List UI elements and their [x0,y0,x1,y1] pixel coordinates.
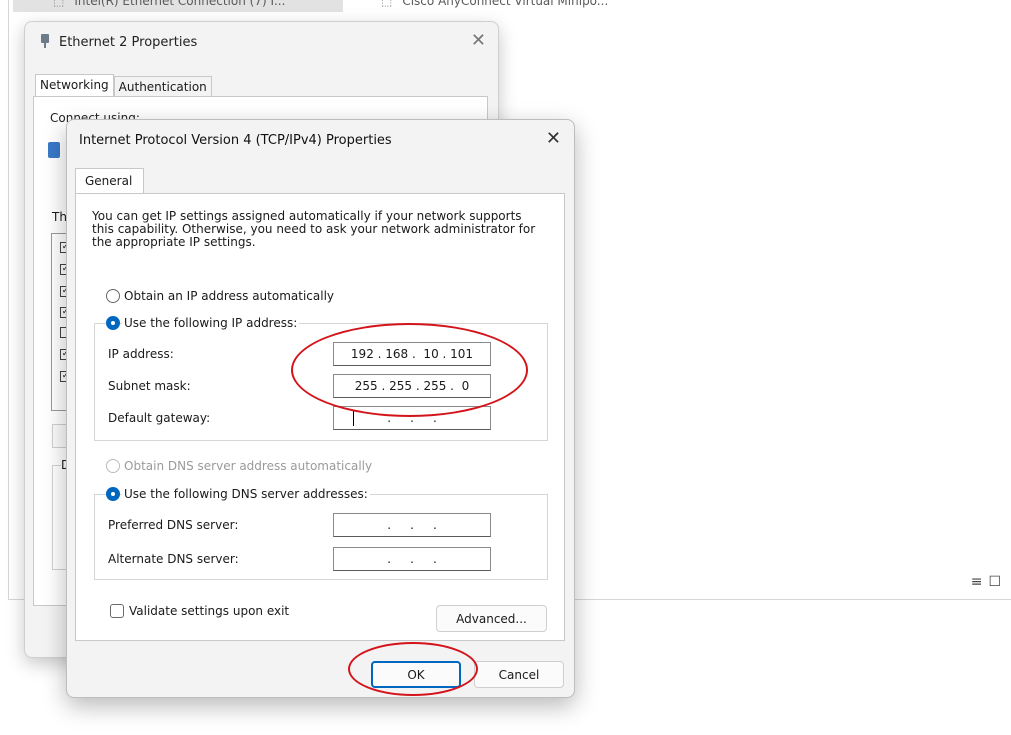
obtain-ip-automatically-label[interactable]: Obtain an IP address automatically [124,289,334,303]
preferred-dns-label: Preferred DNS server: [108,518,239,532]
subnet-mask-label: Subnet mask: [108,379,191,393]
details-view-icon[interactable]: ≡ [971,574,989,590]
text-caret [353,410,354,426]
ok-button[interactable]: OK [371,661,461,688]
tab-networking[interactable]: Networking [35,74,114,98]
background-list-item[interactable]: ⬚ Intel(R) Ethernet Connection (7) I... [13,0,343,12]
components-label: Th [52,210,67,224]
alternate-dns-label: Alternate DNS server: [108,552,239,566]
network-adapter-icon [41,34,49,48]
validate-settings-checkbox[interactable] [110,604,124,618]
ethernet-tabs: Networking Authentication [35,74,212,98]
advanced-button[interactable]: Advanced... [436,605,547,632]
validate-settings-label[interactable]: Validate settings upon exit [129,604,289,618]
ip-address-label: IP address: [108,347,174,361]
tab-authentication[interactable]: Authentication [113,76,212,98]
use-following-dns-radio[interactable] [106,487,120,501]
ethernet-dialog-title-text: Ethernet 2 Properties [59,35,198,50]
alternate-dns-input[interactable]: . . . [333,547,491,571]
default-gateway-label: Default gateway: [108,411,211,425]
adapter-icon [48,142,60,158]
background-item-label: Intel(R) Ethernet Connection (7) I... [74,0,286,8]
background-list-item[interactable]: ⬚ Cisco AnyConnect Virtual Minipo... [381,0,608,12]
background-item-label: Cisco AnyConnect Virtual Minipo... [402,0,609,8]
subnet-mask-input[interactable]: 255 . 255 . 255 . 0 [333,374,491,398]
intro-text: You can get IP settings assigned automat… [92,209,536,249]
view-toggle-icons[interactable]: ≡☐ [971,574,1007,590]
cancel-button[interactable]: Cancel [474,661,564,688]
use-following-ip-label[interactable]: Use the following IP address: [122,316,300,330]
preferred-dns-input[interactable]: . . . [333,513,491,537]
obtain-dns-automatically-radio[interactable] [106,459,120,473]
use-following-dns-label[interactable]: Use the following DNS server addresses: [122,487,370,501]
network-adapter-icon: ⬚ [381,0,393,8]
ipv4-dialog-title: Internet Protocol Version 4 (TCP/IPv4) P… [79,133,392,148]
close-icon[interactable]: ✕ [546,128,561,149]
tab-general[interactable]: General [75,168,144,194]
close-icon[interactable]: ✕ [471,30,486,51]
tiles-view-icon[interactable]: ☐ [988,574,1007,590]
network-adapter-icon: ⬚ [53,0,65,8]
default-gateway-input[interactable]: . . . [333,406,491,430]
use-following-ip-radio[interactable] [106,316,120,330]
obtain-dns-automatically-label[interactable]: Obtain DNS server address automatically [124,459,372,473]
obtain-ip-automatically-radio[interactable] [106,289,120,303]
ethernet-dialog-title: Ethernet 2 Properties [39,34,197,50]
ip-address-input[interactable]: 192 . 168 . 10 . 101 [333,342,491,366]
